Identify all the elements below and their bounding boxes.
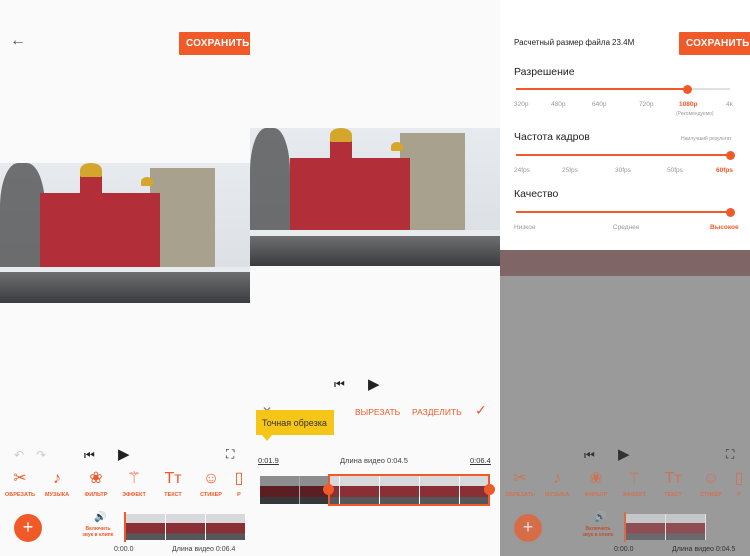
trim-selection[interactable] <box>328 474 490 506</box>
tool-music: ♪ МУЗЫКА <box>537 470 577 498</box>
trim-start-handle[interactable] <box>323 484 334 495</box>
tool-sticker: ☺ СТИКЕР <box>691 470 731 498</box>
magic-wand-icon: ⚚ <box>126 470 142 487</box>
quality-heading: Качество <box>514 188 559 200</box>
smiley-icon: ☺ <box>202 470 220 487</box>
tool-effect[interactable]: ⚚ ЭФФЕКТ <box>114 470 154 498</box>
framerate-tick[interactable]: 24fps <box>514 167 530 174</box>
precise-trim-tooltip[interactable]: Точная обрезка <box>256 410 334 435</box>
current-time: 0:00.0 <box>114 546 134 553</box>
add-clip-button: + <box>514 514 542 542</box>
resolution-tick[interactable]: 720p <box>639 101 653 108</box>
resolution-fill <box>516 88 688 90</box>
skip-back-icon[interactable]: ⏮ <box>84 448 95 463</box>
fullscreen-icon: ⛶ <box>726 447 735 461</box>
more-tool-icon: ▯ <box>234 470 244 487</box>
fullscreen-icon[interactable]: ⛶ <box>226 447 234 462</box>
text-icon: Tт <box>664 470 682 487</box>
skip-back-icon: ⏮ <box>584 448 595 462</box>
text-icon: Tт <box>164 470 182 487</box>
speaker-icon[interactable]: 🔊 <box>94 512 106 523</box>
add-clip-button[interactable]: + <box>14 514 42 542</box>
scissors-icon: ✂ <box>13 470 27 487</box>
filter-circles-icon: ❀ <box>89 470 103 487</box>
dimmed-video-preview <box>500 250 750 276</box>
best-result-hint: Наилучший результат <box>681 136 732 142</box>
undo-icon[interactable]: ↶ <box>14 448 24 462</box>
trim-length: Длина видео 0:04.5 <box>340 456 408 465</box>
more-tool-icon: ▯ <box>734 470 744 487</box>
tool-filter[interactable]: ❀ ФИЛЬТР <box>76 470 116 498</box>
framerate-tick[interactable]: 50fps <box>667 167 683 174</box>
tool-more: ▯ Р <box>728 470 750 498</box>
music-note-icon: ♪ <box>53 470 61 487</box>
smiley-icon: ☺ <box>702 470 720 487</box>
recommended-note: (Рекомендуемо) <box>676 111 714 117</box>
editor-panel: ← СОХРАНИТЬ ↶ ↷ ⏮ ▶ ⛶ ✂ ОБРЕЗАТЬ ♪ МУЗЫКА … <box>0 0 250 556</box>
tool-trim: ✂ ОБРЕЗАТЬ <box>500 470 540 498</box>
timeline-strip[interactable] <box>126 514 246 540</box>
framerate-tick[interactable]: 25fps <box>562 167 578 174</box>
confirm-check-icon[interactable]: ✓ <box>475 402 487 419</box>
export-panel: Расчетный размер файла 23.4M СОХРАНИТЬ Р… <box>500 0 750 556</box>
tool-sticker[interactable]: ☺ СТИКЕР <box>191 470 231 498</box>
trim-end-handle[interactable] <box>484 484 495 495</box>
resolution-heading: Разрешение <box>514 66 575 78</box>
speaker-icon: 🔊 <box>594 512 607 523</box>
dimmed-editor-background <box>500 250 750 556</box>
tool-trim[interactable]: ✂ ОБРЕЗАТЬ <box>0 470 40 498</box>
resolution-tick-selected[interactable]: 1080p <box>679 101 697 108</box>
tool-effect: ⚚ ЭФФЕКТ <box>614 470 654 498</box>
tooltip-pointer <box>262 435 272 441</box>
save-button[interactable]: СОХРАНИТЬ <box>179 32 250 55</box>
resolution-tick[interactable]: 480p <box>551 101 565 108</box>
resolution-tick[interactable]: 320p <box>514 101 528 108</box>
current-time: 0:00.0 <box>614 546 634 553</box>
quality-tick[interactable]: Среднее <box>613 224 639 231</box>
play-icon[interactable]: ▶ <box>118 445 130 463</box>
resolution-knob[interactable] <box>682 84 692 94</box>
magic-wand-icon: ⚚ <box>626 470 642 487</box>
tool-more[interactable]: ▯ Р <box>228 470 250 498</box>
resolution-tick[interactable]: 640p <box>592 101 606 108</box>
framerate-knob[interactable] <box>725 150 735 160</box>
mute-toggle-label[interactable]: Включить звук в клипе <box>80 526 116 538</box>
music-note-icon: ♪ <box>553 470 561 487</box>
resolution-tick[interactable]: 4k <box>726 101 733 108</box>
framerate-fill <box>516 154 730 156</box>
trim-panel: ⏮ ▶ ✕ ВЫРЕЗАТЬ РАЗДЕЛИТЬ ✓ Точная обрезк… <box>250 0 500 556</box>
save-button[interactable]: СОХРАНИТЬ <box>679 32 750 55</box>
trim-end-time[interactable]: 0:06.4 <box>470 456 491 465</box>
framerate-heading: Частота кадров <box>514 131 590 143</box>
file-size-label: Расчетный размер файла <box>514 38 611 47</box>
quality-fill <box>516 211 730 213</box>
tool-text: Tт ТЕКСТ <box>653 470 693 498</box>
trimmed-out-region <box>260 476 328 504</box>
split-button[interactable]: РАЗДЕЛИТЬ <box>412 407 462 417</box>
redo-icon[interactable]: ↷ <box>36 448 46 462</box>
filter-circles-icon: ❀ <box>589 470 603 487</box>
tool-music[interactable]: ♪ МУЗЫКА <box>37 470 77 498</box>
scissors-icon: ✂ <box>513 470 527 487</box>
back-arrow-icon[interactable]: ← <box>10 32 26 50</box>
timeline-strip <box>626 514 706 540</box>
video-preview[interactable] <box>250 128 500 266</box>
quality-tick-selected[interactable]: Высокое <box>710 224 739 231</box>
cut-button[interactable]: ВЫРЕЗАТЬ <box>355 407 400 417</box>
quality-tick[interactable]: Низкое <box>514 224 535 231</box>
file-size-value: 23.4M <box>612 38 635 47</box>
mute-toggle-label: Включить звук в клипе <box>582 526 614 538</box>
video-duration: Длина видео 0:04.5 <box>672 546 736 553</box>
quality-knob[interactable] <box>725 207 735 217</box>
play-icon: ▶ <box>618 446 630 463</box>
video-preview[interactable] <box>0 163 250 303</box>
tool-filter: ❀ ФИЛЬТР <box>576 470 616 498</box>
framerate-tick[interactable]: 30fps <box>615 167 631 174</box>
trim-start-time[interactable]: 0:01.9 <box>258 456 279 465</box>
framerate-tick-selected[interactable]: 60fps <box>716 167 733 174</box>
video-duration: Длина видео 0:06.4 <box>172 546 236 553</box>
tool-text[interactable]: Tт ТЕКСТ <box>153 470 193 498</box>
play-icon[interactable]: ▶ <box>368 375 380 393</box>
skip-back-icon[interactable]: ⏮ <box>334 377 345 392</box>
